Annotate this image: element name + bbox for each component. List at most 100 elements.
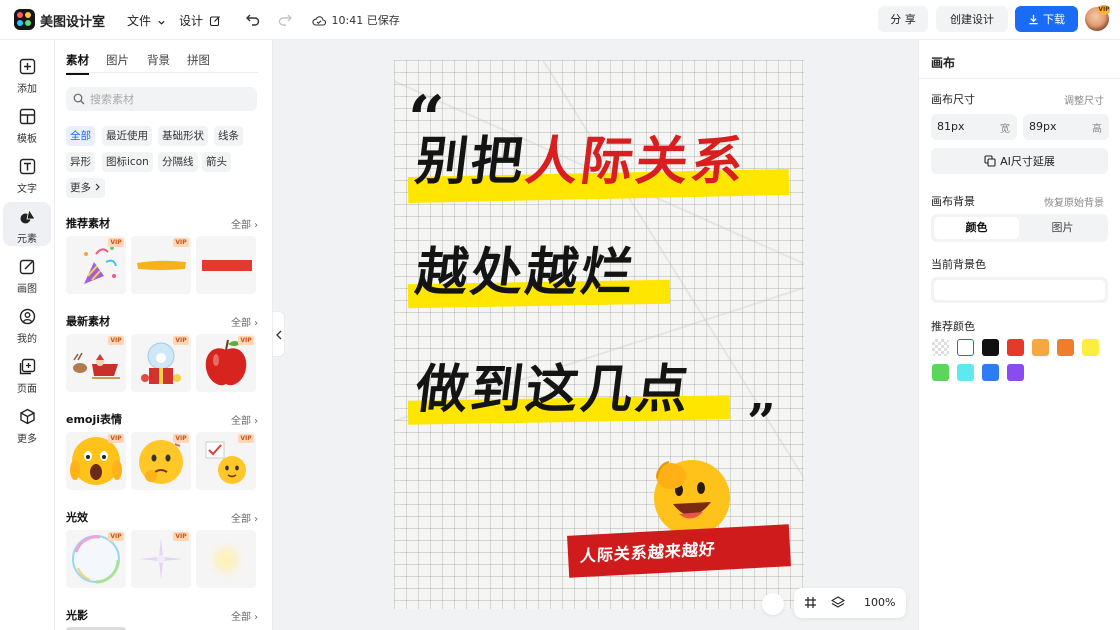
material-panel: 素材 图片 背景 拼图 全部 最近使用 基础形状 线条 异形 图标icon 分隔…: [55, 40, 273, 630]
chip-basic-shapes[interactable]: 基础形状: [158, 126, 208, 146]
chip-all[interactable]: 全部: [66, 126, 95, 146]
add-page-icon: [19, 358, 36, 375]
rail-item-label: 页面: [17, 384, 37, 395]
color-swatch[interactable]: [957, 339, 974, 356]
rail-item-label: 我的: [17, 334, 37, 345]
current-color-field[interactable]: [931, 277, 1108, 303]
thumb-red-bar[interactable]: [196, 236, 256, 294]
redo-icon[interactable]: [277, 11, 293, 27]
rail-item-add[interactable]: 添加: [3, 52, 51, 96]
rail-item-draw[interactable]: 画图: [3, 252, 51, 296]
vip-badge: VIP: [108, 336, 124, 345]
section-more-label: 全部: [231, 318, 251, 329]
tab-image[interactable]: 图片: [106, 52, 129, 68]
app-logo-icon[interactable]: [14, 9, 35, 30]
search-input[interactable]: [90, 89, 250, 109]
thumb-snow-globe[interactable]: VIP: [131, 334, 191, 392]
design-canvas[interactable]: “ 别把人际关系 越处越烂 做到这几点 ” 人际关系越来越好: [394, 60, 804, 609]
reset-bg-link[interactable]: 恢复原始背景: [1044, 194, 1104, 209]
section-title-light-shadow: 光影: [66, 609, 88, 622]
section-more-emoji[interactable]: 全部 ›: [231, 412, 258, 427]
thumb-sign-face[interactable]: VIP: [196, 432, 256, 490]
rail-item-template[interactable]: 模板: [3, 102, 51, 146]
color-swatch[interactable]: [957, 364, 974, 381]
chip-dividers[interactable]: 分隔线: [158, 152, 198, 172]
ai-resize-icon: [984, 155, 996, 167]
canvas-size-label: 画布尺寸: [931, 93, 975, 106]
section-more-recommended[interactable]: 全部 ›: [231, 216, 258, 231]
section-more-light-effects[interactable]: 全部 ›: [231, 510, 258, 525]
menu-file-label: 文件: [127, 14, 152, 28]
rail-item-elements[interactable]: 元素: [3, 202, 51, 246]
thumb-star-sparkle[interactable]: VIP: [131, 530, 191, 588]
color-swatch[interactable]: [1007, 364, 1024, 381]
width-value: 81px: [937, 120, 965, 133]
cube-icon: [20, 408, 35, 425]
chip-arrows[interactable]: 箭头: [202, 152, 231, 172]
collapse-panel-handle[interactable]: [273, 311, 285, 357]
thumb-soft-glow[interactable]: [196, 530, 256, 588]
divider: [919, 78, 1120, 79]
tab-material[interactable]: 素材: [66, 52, 89, 75]
thumb-red-apple[interactable]: VIP: [196, 334, 256, 392]
ai-extend-button[interactable]: AI尺寸延展: [931, 148, 1108, 174]
color-swatch[interactable]: [932, 339, 949, 356]
thumb-party-popper[interactable]: VIP: [66, 236, 126, 294]
chevron-right-icon: [95, 183, 101, 191]
zoom-level[interactable]: 100%: [864, 596, 895, 609]
section-more-latest[interactable]: 全部 ›: [231, 314, 258, 329]
color-swatch[interactable]: [1082, 339, 1099, 356]
color-swatch[interactable]: [932, 364, 949, 381]
rail-item-mine[interactable]: 我的: [3, 302, 51, 346]
thumb-shocked-face[interactable]: VIP: [66, 432, 126, 490]
tab-background[interactable]: 背景: [147, 52, 170, 68]
thumb-reindeer-sleigh[interactable]: VIP: [66, 334, 126, 392]
section-more-light-shadow[interactable]: 全部 ›: [231, 608, 258, 623]
chip-irregular[interactable]: 异形: [66, 152, 95, 172]
download-button[interactable]: 下载: [1015, 6, 1078, 32]
color-swatch[interactable]: [982, 339, 999, 356]
current-color-label: 当前背景色: [931, 258, 986, 271]
thumb-thinking-face[interactable]: VIP: [131, 432, 191, 490]
download-icon: [1029, 14, 1038, 24]
width-field[interactable]: 81px 宽: [931, 114, 1017, 140]
color-swatch[interactable]: [1032, 339, 1049, 356]
tab-color[interactable]: 颜色: [934, 217, 1019, 239]
create-design-button[interactable]: 创建设计: [936, 6, 1008, 32]
undo-icon[interactable]: [245, 11, 261, 27]
section-more-label: 全部: [231, 220, 251, 231]
menu-design[interactable]: 设计: [179, 12, 221, 29]
section-title-emoji: emoji表情: [66, 413, 123, 426]
download-label: 下载: [1043, 13, 1065, 26]
panel-title: 画布: [931, 56, 956, 70]
zoom-bar: 100%: [794, 588, 906, 618]
grid-icon[interactable]: [804, 596, 817, 609]
rail-item-label: 添加: [17, 84, 37, 95]
left-rail: 添加 模板 文字 元素 画图 我的 页面 更多: [0, 40, 55, 630]
color-swatch[interactable]: [982, 364, 999, 381]
help-button[interactable]: [762, 593, 784, 615]
chip-lines[interactable]: 线条: [214, 126, 243, 146]
share-button[interactable]: 分 享: [878, 6, 928, 32]
menu-file[interactable]: 文件: [127, 12, 166, 29]
chip-recent[interactable]: 最近使用: [102, 126, 152, 146]
shapes-icon: [20, 208, 36, 224]
chip-icons[interactable]: 图标icon: [102, 152, 153, 172]
layers-icon[interactable]: [831, 596, 845, 609]
rail-item-more[interactable]: 更多: [3, 402, 51, 446]
rail-item-text[interactable]: 文字: [3, 152, 51, 196]
color-swatch[interactable]: [1007, 339, 1024, 356]
recommended-colors-label: 推荐颜色: [931, 320, 975, 333]
tab-bg-image[interactable]: 图片: [1020, 217, 1105, 239]
tab-collage[interactable]: 拼图: [187, 52, 210, 68]
color-swatch[interactable]: [1057, 339, 1074, 356]
rail-item-page[interactable]: 页面: [3, 352, 51, 396]
vip-badge: VIP: [238, 336, 254, 345]
height-field[interactable]: 89px 高: [1023, 114, 1109, 140]
resize-link[interactable]: 调整尺寸: [1064, 92, 1104, 107]
chevron-left-icon: [276, 330, 282, 340]
thumb-rainbow-bubble[interactable]: VIP: [66, 530, 126, 588]
chip-more[interactable]: 更多: [66, 178, 106, 198]
panel-tabs: 素材 图片 背景 拼图: [66, 52, 258, 75]
thumb-yellow-brush[interactable]: VIP: [131, 236, 191, 294]
